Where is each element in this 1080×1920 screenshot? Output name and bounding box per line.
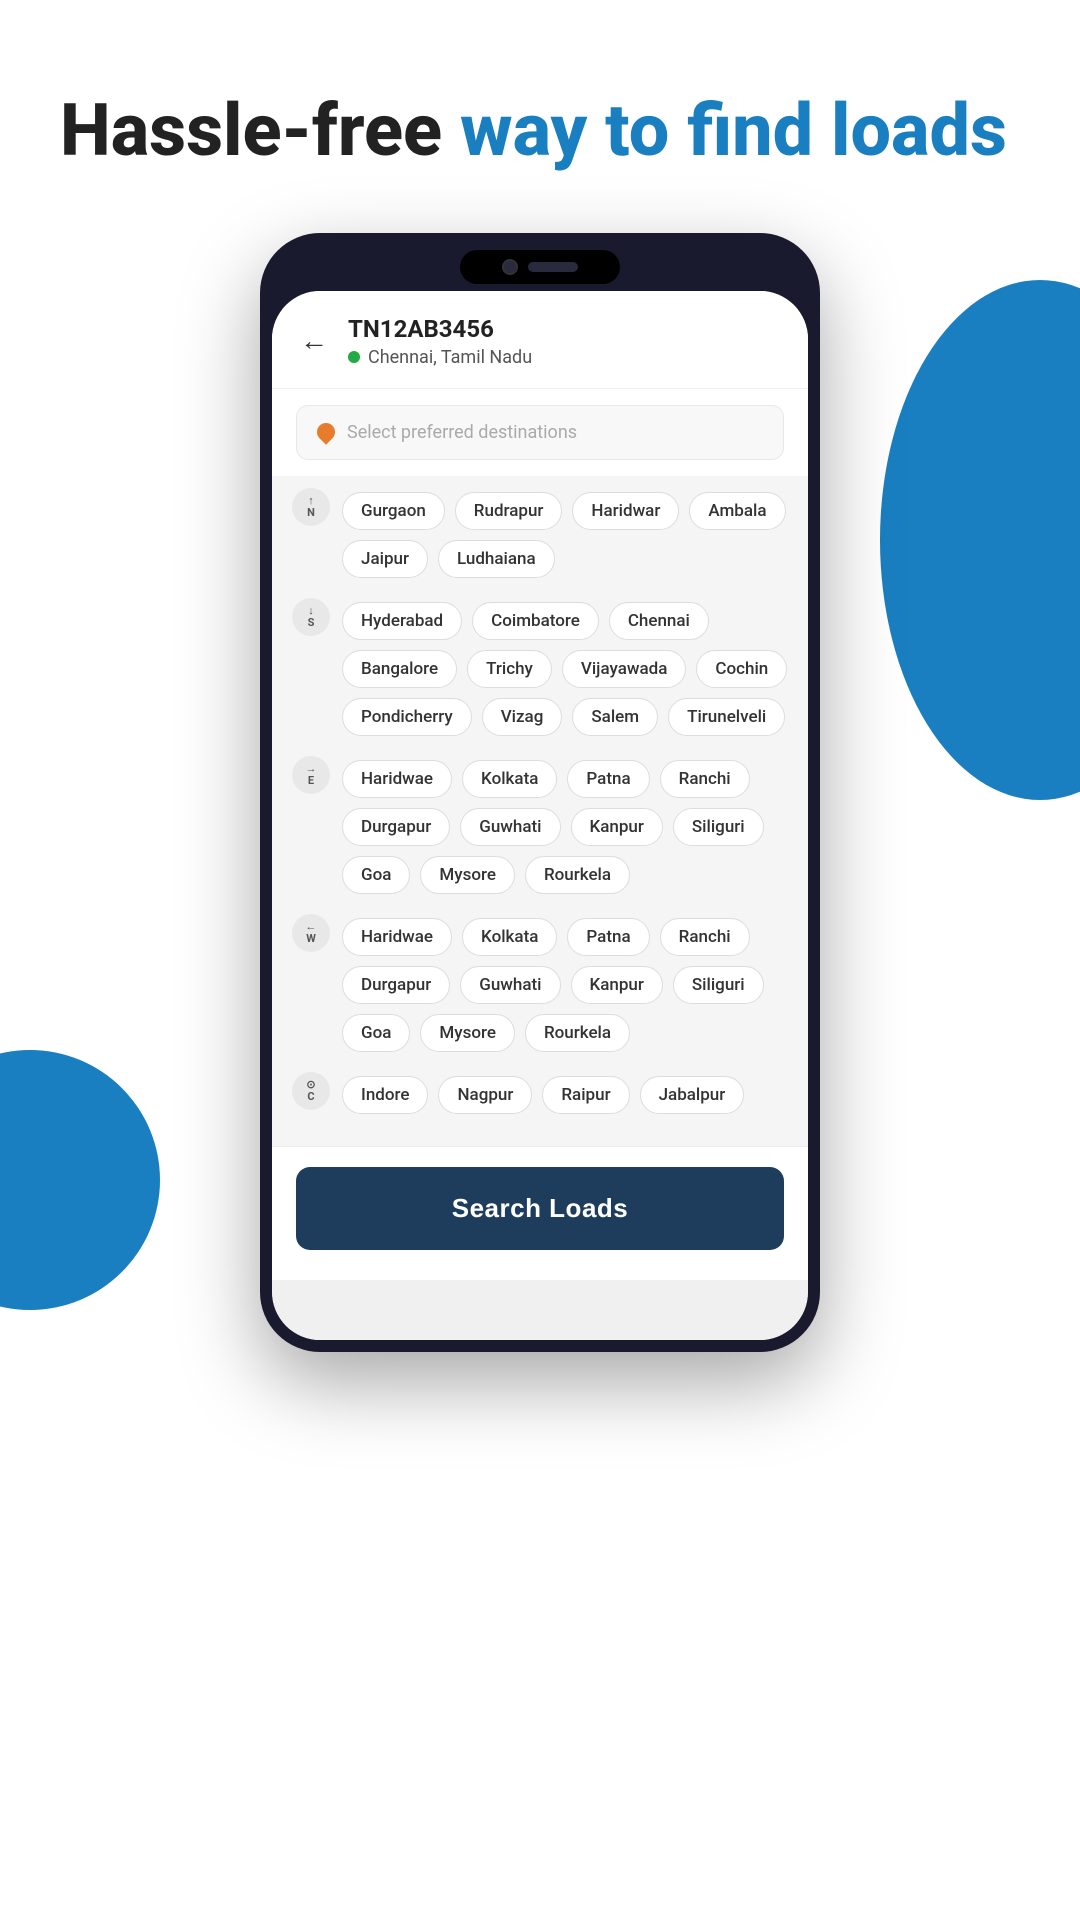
chip-kanpur-e[interactable]: Kanpur [571,808,663,846]
chip-mysore-e[interactable]: Mysore [420,856,515,894]
chip-haridwae-e[interactable]: Haridwae [342,760,452,798]
chips-north: Gurgaon Rudrapur Haridwar Ambala Jaipur … [342,488,788,578]
chip-hyderabad[interactable]: Hyderabad [342,602,462,640]
chip-kolkata-w[interactable]: Kolkata [462,918,557,956]
vehicle-info: TN12AB3456 Chennai, Tamil Nadu [348,315,532,368]
chip-chennai[interactable]: Chennai [609,602,709,640]
hero-title-normal: Hassle-free [60,88,460,173]
direction-badge-north: ↑N [292,488,330,526]
chip-cochin[interactable]: Cochin [696,650,787,688]
search-placeholder: Select preferred destinations [347,422,577,443]
chip-rourkela-e[interactable]: Rourkela [525,856,630,894]
direction-section-central: ⊙C Indore Nagpur Raipur Jabalpur [292,1072,788,1114]
chip-mysore-w[interactable]: Mysore [420,1014,515,1052]
phone-container: ← TN12AB3456 Chennai, Tamil Nadu Select … [0,233,1080,1352]
back-button[interactable]: ← [300,327,328,355]
hero-title: Hassle-free way to find loads [60,90,1020,173]
chip-gurgaon[interactable]: Gurgaon [342,492,445,530]
direction-section-south: ↓S Hyderabad Coimbatore Chennai Bangalor… [292,598,788,736]
search-input-wrapper: Select preferred destinations [272,389,808,476]
phone-screen: ← TN12AB3456 Chennai, Tamil Nadu Select … [272,291,808,1340]
chip-patna-w[interactable]: Patna [567,918,649,956]
location-text: Chennai, Tamil Nadu [368,347,532,368]
direction-header-central: ⊙C Indore Nagpur Raipur Jabalpur [292,1072,788,1114]
chip-jaipur[interactable]: Jaipur [342,540,428,578]
direction-header-south: ↓S Hyderabad Coimbatore Chennai Bangalor… [292,598,788,736]
chip-ambala[interactable]: Ambala [689,492,785,530]
direction-section-east: →E Haridwae Kolkata Patna Ranchi Durgapu… [292,756,788,894]
notch-sensor-1 [528,262,578,272]
vehicle-location: Chennai, Tamil Nadu [348,347,532,368]
direction-badge-east: →E [292,756,330,794]
search-loads-button[interactable]: Search Loads [296,1167,784,1250]
direction-header-east: →E Haridwae Kolkata Patna Ranchi Durgapu… [292,756,788,894]
direction-section-north: ↑N Gurgaon Rudrapur Haridwar Ambala Jaip… [292,488,788,578]
chip-siliguri-e[interactable]: Siliguri [673,808,764,846]
chip-durgapur-w[interactable]: Durgapur [342,966,450,1004]
phone-notch [460,250,620,284]
chips-west: Haridwae Kolkata Patna Ranchi Durgapur G… [342,914,788,1052]
chip-kolkata-e[interactable]: Kolkata [462,760,557,798]
chip-kanpur-w[interactable]: Kanpur [571,966,663,1004]
hero-title-accent: way to find loads [460,88,1007,173]
direction-badge-south: ↓S [292,598,330,636]
chip-vijayawada[interactable]: Vijayawada [562,650,687,688]
chip-ranchi-w[interactable]: Ranchi [660,918,750,956]
direction-badge-west: ←W [292,914,330,952]
chip-coimbatore[interactable]: Coimbatore [472,602,599,640]
chip-bangalore[interactable]: Bangalore [342,650,457,688]
chip-guwhati-e[interactable]: Guwhati [460,808,560,846]
chip-patna-e[interactable]: Patna [567,760,649,798]
chip-indore[interactable]: Indore [342,1076,428,1114]
direction-section-west: ←W Haridwae Kolkata Patna Ranchi Durgapu… [292,914,788,1052]
chip-guwhati-w[interactable]: Guwhati [460,966,560,1004]
chip-ranchi-e[interactable]: Ranchi [660,760,750,798]
chip-jabalpur[interactable]: Jabalpur [640,1076,745,1114]
bottom-cta: Search Loads [272,1146,808,1280]
chip-durgapur-e[interactable]: Durgapur [342,808,450,846]
chip-haridwae-w[interactable]: Haridwae [342,918,452,956]
destinations-container: ↑N Gurgaon Rudrapur Haridwar Ambala Jaip… [272,476,808,1146]
chip-siliguri-w[interactable]: Siliguri [673,966,764,1004]
hero-section: Hassle-free way to find loads [0,0,1080,173]
chip-salem[interactable]: Salem [572,698,658,736]
chip-ludhaiana[interactable]: Ludhaiana [438,540,555,578]
chips-east: Haridwae Kolkata Patna Ranchi Durgapur G… [342,756,788,894]
chip-vizag[interactable]: Vizag [482,698,563,736]
vehicle-id: TN12AB3456 [348,315,532,343]
next-screen-hint [272,1280,808,1340]
chip-haridwar[interactable]: Haridwar [572,492,679,530]
chips-central: Indore Nagpur Raipur Jabalpur [342,1072,788,1114]
direction-header-west: ←W Haridwae Kolkata Patna Ranchi Durgapu… [292,914,788,1052]
direction-badge-central: ⊙C [292,1072,330,1110]
location-dot-icon [348,351,360,363]
chips-south: Hyderabad Coimbatore Chennai Bangalore T… [342,598,788,736]
app-header: ← TN12AB3456 Chennai, Tamil Nadu [272,291,808,389]
chip-pondicherry[interactable]: Pondicherry [342,698,472,736]
search-input-field[interactable]: Select preferred destinations [296,405,784,460]
chip-raipur[interactable]: Raipur [542,1076,629,1114]
chip-rudrapur[interactable]: Rudrapur [455,492,563,530]
chip-tirunelveli[interactable]: Tirunelveli [668,698,785,736]
phone-notch-bar [272,245,808,289]
notch-camera [502,259,518,275]
phone-mockup: ← TN12AB3456 Chennai, Tamil Nadu Select … [260,233,820,1352]
chip-trichy[interactable]: Trichy [467,650,552,688]
direction-header-north: ↑N Gurgaon Rudrapur Haridwar Ambala Jaip… [292,488,788,578]
chip-nagpur[interactable]: Nagpur [438,1076,532,1114]
pin-icon [313,420,338,445]
notch-sensors [528,262,578,272]
chip-goa-e[interactable]: Goa [342,856,410,894]
chip-goa-w[interactable]: Goa [342,1014,410,1052]
chip-rourkela-w[interactable]: Rourkela [525,1014,630,1052]
